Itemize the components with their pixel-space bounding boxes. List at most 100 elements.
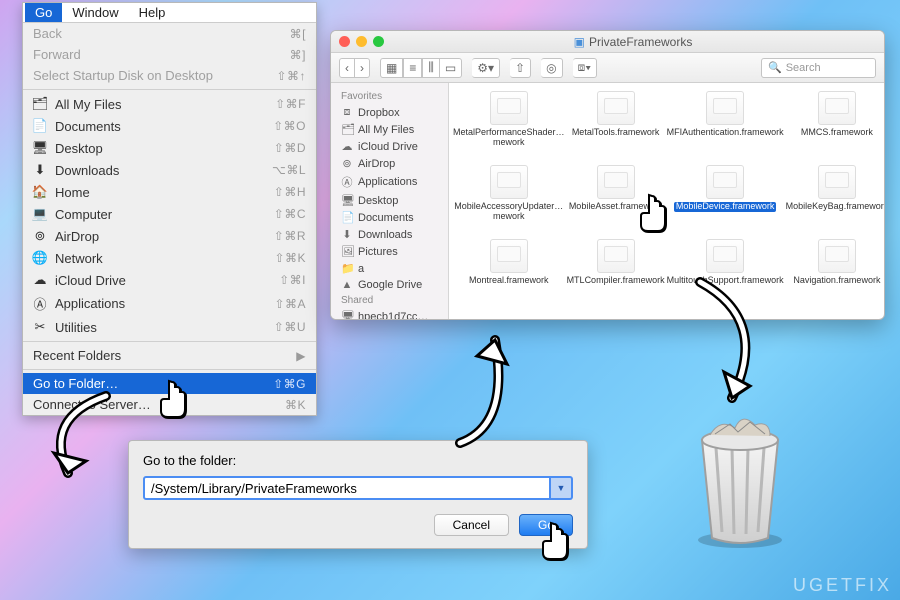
menu-connect-to-server[interactable]: Connect to Server…⌘K bbox=[23, 394, 316, 415]
shared-header: Shared bbox=[331, 293, 448, 308]
menubar-go[interactable]: Go bbox=[25, 3, 62, 22]
sidebar-item[interactable]: 🗂All My Files bbox=[331, 121, 448, 138]
go-to-folder-dialog: Go to the folder: ▼ Cancel Go bbox=[128, 440, 588, 549]
downloads-icon: ⬇ bbox=[33, 162, 47, 178]
framework-item[interactable]: MobileKeyBag.framework bbox=[786, 165, 884, 237]
framework-icon bbox=[597, 239, 635, 273]
documents-icon: 📄 bbox=[33, 118, 47, 134]
sidebar-icon: ☁ bbox=[341, 140, 353, 153]
framework-item[interactable]: MultitouchSupport.framework bbox=[667, 239, 784, 311]
menu-documents[interactable]: 📄Documents⇧⌘O bbox=[23, 115, 316, 137]
menubar-help[interactable]: Help bbox=[129, 3, 176, 22]
network-icon: 🌐 bbox=[33, 250, 47, 266]
framework-item[interactable]: MetalPerformanceShader…mework bbox=[453, 91, 565, 163]
desktop-icon: 🖥 bbox=[33, 140, 47, 156]
menu-recent-folders[interactable]: Recent Folders▶ bbox=[23, 345, 316, 366]
apps-icon: Ⓐ bbox=[33, 294, 47, 313]
sidebar-icon: 🖥 bbox=[341, 194, 353, 207]
sidebar-item[interactable]: 🖥Desktop bbox=[331, 192, 448, 209]
sidebar-item[interactable]: ☁iCloud Drive bbox=[331, 138, 448, 155]
go-button[interactable]: Go bbox=[519, 514, 573, 536]
sidebar-item[interactable]: 🖼Pictures bbox=[331, 243, 448, 260]
sidebar-icon: Ⓐ bbox=[341, 174, 353, 190]
framework-item[interactable]: Navigation.framework bbox=[786, 239, 884, 311]
framework-icon bbox=[490, 165, 528, 199]
utilities-icon: ✂ bbox=[33, 319, 47, 335]
icloud-icon: ☁ bbox=[33, 272, 47, 288]
sidebar-item[interactable]: 📄Documents bbox=[331, 209, 448, 226]
menubar-window[interactable]: Window bbox=[62, 3, 128, 22]
menu-airdrop[interactable]: ⊚AirDrop⇧⌘R bbox=[23, 225, 316, 247]
trash-icon[interactable] bbox=[680, 400, 800, 550]
nav-forward-button[interactable]: › bbox=[355, 58, 370, 78]
menu-all-my-files[interactable]: 🗂All My Files⇧⌘F bbox=[23, 93, 316, 115]
framework-item[interactable]: MobileAsset.framework bbox=[567, 165, 665, 237]
menu-go-to-folder[interactable]: Go to Folder…⇧⌘G bbox=[23, 373, 316, 394]
view-list-button[interactable]: ≡ bbox=[403, 58, 422, 78]
framework-icon bbox=[818, 165, 856, 199]
view-column-button[interactable]: ⫼ bbox=[422, 58, 440, 78]
sidebar-item[interactable]: 📁a bbox=[331, 260, 448, 277]
framework-item[interactable]: Montreal.framework bbox=[453, 239, 565, 311]
goto-dropdown-caret[interactable]: ▼ bbox=[551, 476, 573, 500]
search-icon: 🔍 bbox=[768, 61, 782, 74]
sidebar-item[interactable]: ▲Google Drive bbox=[331, 277, 448, 293]
menu-home[interactable]: 🏠Home⇧⌘H bbox=[23, 181, 316, 203]
goto-path-input[interactable] bbox=[143, 476, 551, 500]
nav-back-button[interactable]: ‹ bbox=[339, 58, 355, 78]
sidebar-icon: 🗂 bbox=[341, 123, 353, 136]
toolbar: ‹ › ▦ ≡ ⫼ ▭ ⚙▾ ⇧ ◎ ⧈▾ 🔍Search bbox=[331, 53, 884, 83]
framework-item[interactable]: MTLCompiler.framework bbox=[567, 239, 665, 311]
sidebar-icon: ⊚ bbox=[341, 157, 353, 170]
menu-downloads[interactable]: ⬇Downloads⌥⌘L bbox=[23, 159, 316, 181]
sidebar-item[interactable]: ⬇Downloads bbox=[331, 226, 448, 243]
framework-icon bbox=[818, 91, 856, 125]
tags-button[interactable]: ◎ bbox=[541, 58, 562, 78]
sidebar-item[interactable]: ⒶApplications bbox=[331, 172, 448, 192]
framework-item[interactable]: MobileAccessoryUpdater…mework bbox=[453, 165, 565, 237]
window-title: PrivateFrameworks bbox=[589, 35, 692, 49]
menu-desktop[interactable]: 🖥Desktop⇧⌘D bbox=[23, 137, 316, 159]
menu-back: Back⌘[ bbox=[23, 23, 316, 44]
framework-item[interactable]: MetalTools.framework bbox=[567, 91, 665, 163]
computer-icon: 🖥 bbox=[341, 310, 353, 319]
framework-icon bbox=[597, 91, 635, 125]
finder-window: ▣PrivateFrameworks ‹ › ▦ ≡ ⫼ ▭ ⚙▾ ⇧ ◎ ⧈▾… bbox=[330, 30, 885, 320]
sidebar-item[interactable]: ⧈Dropbox bbox=[331, 104, 448, 121]
menu-utilities[interactable]: ✂Utilities⇧⌘U bbox=[23, 316, 316, 338]
file-grid[interactable]: MetalPerformanceShader…meworkMetalTools.… bbox=[449, 83, 884, 319]
sidebar-item[interactable]: ⊚AirDrop bbox=[331, 155, 448, 172]
framework-icon bbox=[706, 91, 744, 125]
cancel-button[interactable]: Cancel bbox=[434, 514, 509, 536]
menu-icloud[interactable]: ☁iCloud Drive⇧⌘I bbox=[23, 269, 316, 291]
menu-network[interactable]: 🌐Network⇧⌘K bbox=[23, 247, 316, 269]
home-icon: 🏠 bbox=[33, 184, 47, 200]
dropbox-button[interactable]: ⧈▾ bbox=[573, 58, 598, 78]
framework-item[interactable]: MMCS.framework bbox=[786, 91, 884, 163]
menu-forward: Forward⌘] bbox=[23, 44, 316, 65]
menu-startup: Select Startup Disk on Desktop⇧⌘↑ bbox=[23, 65, 316, 86]
sidebar-icon: ▲ bbox=[341, 279, 353, 291]
titlebar[interactable]: ▣PrivateFrameworks bbox=[331, 31, 884, 53]
view-icon-button[interactable]: ▦ bbox=[380, 58, 403, 78]
sidebar-icon: 📄 bbox=[341, 211, 353, 224]
share-button[interactable]: ⇧ bbox=[510, 58, 531, 78]
framework-icon bbox=[706, 239, 744, 273]
menu-computer[interactable]: 💻Computer⇧⌘C bbox=[23, 203, 316, 225]
framework-item[interactable]: MFIAuthentication.framework bbox=[667, 91, 784, 163]
menubar: Go Window Help bbox=[23, 3, 316, 23]
framework-icon bbox=[818, 239, 856, 273]
sidebar-icon: 🖼 bbox=[341, 245, 353, 258]
framework-item[interactable]: MobileDevice.framework bbox=[667, 165, 784, 237]
menu-applications[interactable]: ⒶApplications⇧⌘A bbox=[23, 291, 316, 316]
sidebar: Favorites ⧈Dropbox🗂All My Files☁iCloud D… bbox=[331, 83, 449, 319]
arrange-button[interactable]: ⚙▾ bbox=[472, 58, 500, 78]
view-gallery-button[interactable]: ▭ bbox=[440, 58, 462, 78]
computer-icon: 💻 bbox=[33, 206, 47, 222]
goto-title: Go to the folder: bbox=[143, 453, 573, 468]
search-input[interactable]: 🔍Search bbox=[761, 58, 876, 78]
traffic-lights[interactable] bbox=[339, 36, 384, 47]
watermark: UGETFIX bbox=[793, 575, 892, 596]
sidebar-icon: 📁 bbox=[341, 262, 353, 275]
sidebar-shared-item[interactable]: 🖥hpecb1d7cc… bbox=[331, 308, 448, 319]
